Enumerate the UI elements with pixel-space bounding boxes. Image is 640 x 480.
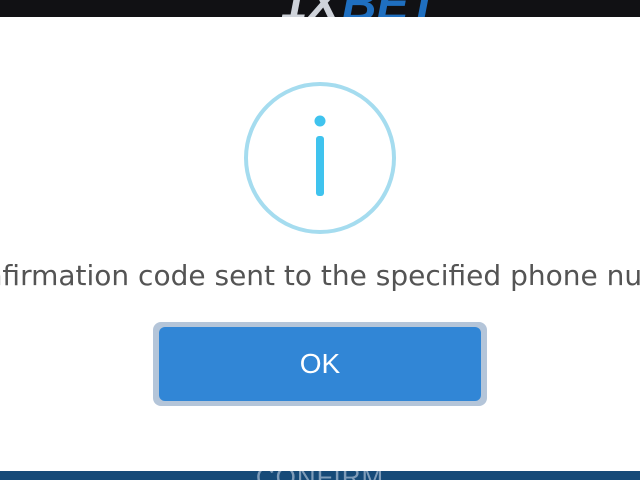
info-dialog: A confirmation code sent to the specifie… bbox=[0, 17, 640, 471]
page: 1X BET CONFIRM A confirmation code sent … bbox=[0, 0, 640, 480]
ok-button-focus-ring: OK bbox=[153, 322, 487, 406]
dialog-message: A confirmation code sent to the specifie… bbox=[0, 259, 640, 292]
ok-button[interactable]: OK bbox=[159, 327, 481, 401]
info-icon bbox=[244, 82, 396, 234]
